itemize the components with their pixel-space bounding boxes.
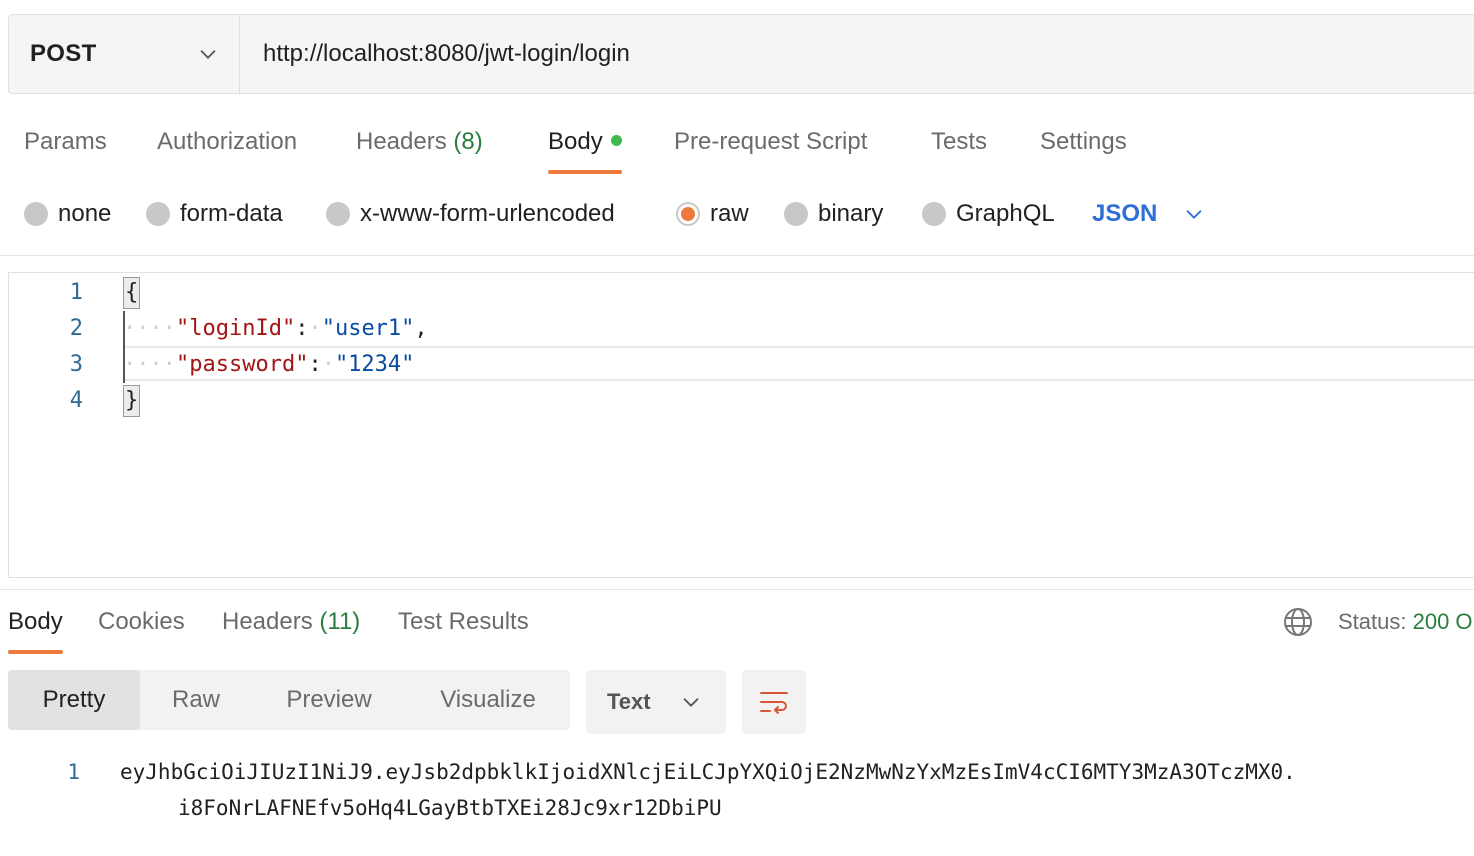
json-key: "password" (175, 352, 309, 377)
json-value: "1234" (334, 352, 415, 377)
request-body-editor[interactable]: 1 { 2 ····"loginId":·"user1", 3 ····"pas… (8, 272, 1474, 578)
status-label: Status: (1338, 609, 1407, 634)
tab-settings[interactable]: Settings (1040, 124, 1127, 174)
brace-match: { (123, 277, 141, 309)
method-selector[interactable]: POST (9, 15, 240, 93)
view-label: Preview (286, 686, 372, 713)
code-content: } (123, 383, 141, 419)
response-format-label: Text (607, 689, 651, 714)
tab-tests[interactable]: Tests (931, 124, 987, 174)
brace-match: } (123, 385, 141, 417)
radio-graphql[interactable]: GraphQL (922, 196, 1055, 232)
view-label: Raw (171, 686, 220, 713)
active-tab-underline (548, 170, 622, 174)
globe-icon[interactable] (1282, 606, 1314, 638)
radio-circle (784, 202, 808, 226)
radio-label: none (58, 200, 112, 227)
code-line-active: 3 ····"password":·"1234" (9, 347, 1474, 383)
tab-pre-request-script[interactable]: Pre-request Script (674, 124, 867, 174)
radio-label: binary (818, 200, 884, 227)
request-url-bar: POST http://localhost:8080/jwt-login/log… (8, 14, 1474, 94)
response-format-dropdown[interactable]: Text (586, 670, 726, 734)
radio-binary[interactable]: binary (784, 196, 883, 232)
radio-x-www-form-urlencoded[interactable]: x-www-form-urlencoded (326, 196, 615, 232)
tab-label: Cookies (98, 608, 185, 635)
view-label: Pretty (42, 686, 106, 713)
code-line: 1 { (9, 275, 1474, 311)
view-preview[interactable]: Preview (252, 670, 406, 730)
radio-circle (922, 202, 946, 226)
json-key: "loginId" (175, 316, 296, 341)
radio-raw[interactable]: raw (676, 196, 749, 232)
chevron-down-icon (683, 698, 699, 707)
view-visualize[interactable]: Visualize (406, 670, 570, 730)
radio-circle (326, 202, 350, 226)
tab-label: Body (8, 608, 63, 635)
wrap-lines-button[interactable] (742, 670, 806, 734)
raw-format-label: JSON (1092, 200, 1158, 227)
tab-body[interactable]: Body (548, 124, 622, 174)
tab-label: Body (548, 128, 603, 155)
line-number: 1 (67, 760, 80, 784)
tab-response-body[interactable]: Body (8, 606, 63, 654)
code-content: { (123, 275, 141, 311)
response-token-continuation: i8FoNrLAFNEfv5oHq4LGayBtbTXEi28Jc9xr12Db… (178, 796, 722, 820)
view-mode-switch: Pretty Raw Preview Visualize (8, 670, 570, 730)
tab-label: Params (24, 128, 107, 155)
active-line-border (123, 379, 1474, 381)
tab-label: Pre-request Script (674, 128, 868, 155)
tab-label: Tests (931, 128, 988, 155)
response-token-line: eyJhbGciOiJIUzI1NiJ9.eyJsb2dpbklkIjoidXN… (120, 760, 1296, 784)
code-line: 4 } (9, 383, 1474, 419)
headers-count: (8) (453, 128, 483, 155)
code-content: ····"password":·"1234" (123, 352, 415, 377)
tab-label: Authorization (157, 128, 298, 155)
tab-response-headers[interactable]: Headers (11) (222, 606, 360, 654)
radio-label: x-www-form-urlencoded (360, 200, 615, 227)
tab-authorization[interactable]: Authorization (157, 124, 297, 174)
radio-none[interactable]: none (24, 196, 111, 232)
tab-test-results[interactable]: Test Results (398, 606, 529, 654)
radio-circle-selected (676, 202, 700, 226)
wrap-lines-icon (760, 692, 788, 714)
tab-label: Headers (222, 608, 313, 635)
code-content: ····"loginId":·"user1", (123, 316, 428, 341)
headers-count: (11) (319, 608, 361, 635)
line-number: 1 (69, 280, 83, 305)
divider (0, 589, 1474, 590)
modified-dot (610, 135, 622, 146)
tab-label: Settings (1040, 128, 1127, 155)
radio-form-data[interactable]: form-data (146, 196, 283, 232)
tab-headers[interactable]: Headers (8) (356, 124, 483, 174)
line-number: 3 (69, 352, 83, 377)
divider (0, 255, 1474, 256)
radio-label: raw (710, 200, 749, 227)
url-input[interactable]: http://localhost:8080/jwt-login/login (240, 15, 1474, 93)
response-status: Status: 200 O (1338, 606, 1473, 638)
tab-label: Headers (356, 128, 447, 155)
method-label: POST (30, 40, 97, 67)
tab-label: Test Results (398, 608, 529, 635)
view-raw[interactable]: Raw (140, 670, 252, 730)
status-code: 200 O (1412, 609, 1473, 634)
line-number: 4 (69, 388, 83, 413)
radio-circle (146, 202, 170, 226)
view-label: Visualize (440, 686, 536, 713)
radio-circle (24, 202, 48, 226)
line-number: 2 (69, 316, 83, 341)
view-pretty[interactable]: Pretty (8, 670, 140, 730)
chevron-down-icon (200, 50, 216, 59)
chevron-down-icon (1187, 210, 1202, 219)
tab-params[interactable]: Params (24, 124, 107, 174)
active-tab-underline (8, 650, 63, 654)
indent-guide (123, 311, 125, 383)
radio-label: form-data (180, 200, 283, 227)
radio-label: GraphQL (956, 200, 1055, 227)
raw-format-dropdown[interactable]: JSON (1092, 196, 1205, 232)
tab-cookies[interactable]: Cookies (98, 606, 185, 654)
code-line: 2 ····"loginId":·"user1", (9, 311, 1474, 347)
json-comma: , (414, 316, 428, 341)
json-value: "user1" (321, 316, 415, 341)
